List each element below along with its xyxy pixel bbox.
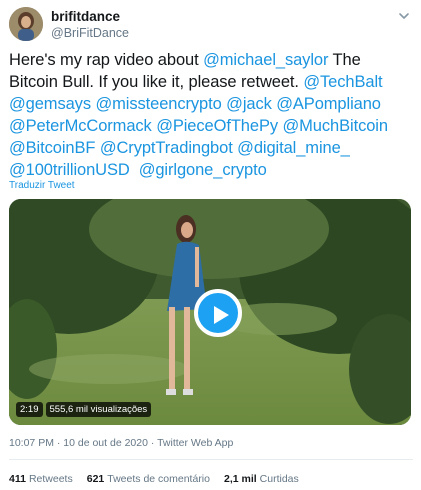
- translate-link[interactable]: Traduzir Tweet: [9, 180, 75, 191]
- tweet-text-segment: [130, 161, 139, 179]
- likes-stat[interactable]: 2,1 mil Curtidas: [224, 473, 299, 485]
- mention-link[interactable]: @MuchBitcoin: [283, 117, 389, 135]
- comments-count: 621: [86, 473, 105, 485]
- tweet-text-segment: [383, 73, 387, 91]
- mention-link[interactable]: @TechBalt: [303, 73, 382, 91]
- tweet-stats: 411 Retweets 621 Tweets de comentário 2,1 …: [9, 473, 313, 485]
- mention-link[interactable]: @BitcoinBF: [9, 139, 95, 157]
- mention-link[interactable]: @digital_mine_: [237, 139, 350, 157]
- video-views: 555,6 mil visualizações: [45, 402, 152, 417]
- retweets-stat[interactable]: 411 Retweets: [9, 473, 73, 485]
- chevron-down-icon[interactable]: [397, 9, 411, 21]
- video-badges: 2:19 555,6 mil visualizações: [16, 402, 152, 417]
- tweet-text-segment: Here's my rap video about: [9, 51, 204, 69]
- play-button[interactable]: [194, 289, 242, 337]
- mention-link[interactable]: @michael_saylor: [203, 51, 328, 69]
- retweets-label: Retweets: [28, 473, 73, 485]
- mention-link[interactable]: @APompliano: [276, 95, 381, 113]
- mention-link[interactable]: @CryptTradingbot: [100, 139, 233, 157]
- mention-link[interactable]: @jack: [226, 95, 272, 113]
- likes-count: 2,1 mil: [223, 473, 257, 485]
- tweet-text-segment: [350, 139, 354, 157]
- tweet-text-segment: [381, 95, 385, 113]
- mention-link[interactable]: @PieceOfThePy: [156, 117, 278, 135]
- mention-link[interactable]: @girlgone_crypto: [139, 161, 267, 179]
- mention-link[interactable]: @gemsays: [9, 95, 91, 113]
- comments-label: Tweets de comentário: [107, 473, 210, 485]
- display-name[interactable]: brifitdance: [51, 9, 129, 25]
- mention-link[interactable]: @missteencrypto: [95, 95, 221, 113]
- play-icon: [214, 306, 229, 324]
- mention-link[interactable]: @PeterMcCormack: [9, 117, 152, 135]
- divider: [9, 459, 413, 460]
- tweet-text: Here's my rap video about @michael_saylo…: [9, 49, 413, 181]
- retweets-count: 411: [9, 473, 26, 485]
- mention-link[interactable]: @100trillionUSD: [9, 161, 130, 179]
- tweet-text-segment: [388, 117, 392, 135]
- user-handle[interactable]: @BriFitDance: [51, 25, 129, 41]
- likes-label: Curtidas: [259, 473, 299, 485]
- avatar[interactable]: [9, 7, 43, 41]
- tweet-timestamp[interactable]: 10:07 PM · 10 de out de 2020 · Twitter W…: [9, 437, 233, 449]
- video-player[interactable]: 2:19 555,6 mil visualizações: [9, 199, 411, 425]
- author-names: brifitdance @BriFitDance: [51, 9, 129, 41]
- video-duration: 2:19: [16, 402, 43, 417]
- comments-stat[interactable]: 621 Tweets de comentário: [87, 473, 210, 485]
- tweet-header: brifitdance @BriFitDance: [9, 7, 413, 43]
